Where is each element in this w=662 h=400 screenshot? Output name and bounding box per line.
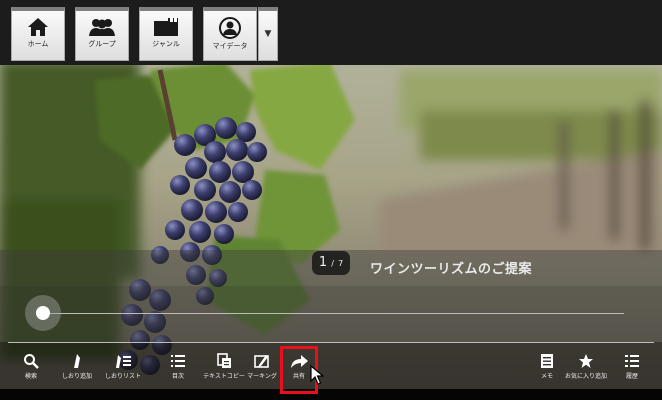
nav-home-label: ホーム	[27, 40, 49, 48]
bottom-strip	[0, 389, 662, 400]
toolbar-divider	[8, 342, 654, 343]
nav-genre-label: ジャンル	[152, 40, 180, 48]
favorite-icon	[579, 354, 593, 368]
bookmark-list-button[interactable]: しおりリスト	[96, 353, 150, 389]
total-pages: 7	[338, 259, 344, 268]
group-icon	[89, 19, 115, 36]
page-slider-track[interactable]	[46, 313, 624, 314]
current-page: 1	[318, 255, 328, 270]
nav-dropdown-button[interactable]: ▼	[258, 7, 278, 61]
page-title: ワインツーリズムのご提案	[370, 262, 533, 277]
page-counter: 1 / 7	[312, 251, 350, 275]
history-button[interactable]: 履歴	[605, 353, 659, 389]
page-slider-handle[interactable]	[36, 306, 50, 320]
home-icon	[28, 18, 48, 36]
nav-mydata-button[interactable]: マイデータ	[203, 7, 257, 61]
bookmark-list-icon	[116, 355, 131, 368]
nav-home-button[interactable]: ホーム	[11, 7, 65, 61]
marking-icon	[254, 355, 269, 368]
nav-group-button[interactable]: グループ	[75, 7, 129, 61]
toc-icon	[171, 355, 185, 367]
page-separator: /	[331, 259, 334, 268]
viewer-window: ホーム グループ ジャンル マイデータ ▼ 1 / 7 ワインツーリズムのご提案…	[0, 0, 662, 400]
bookmark-add-icon	[74, 354, 80, 368]
person-icon	[219, 17, 241, 39]
folder-icon	[154, 18, 178, 36]
nav-genre-button[interactable]: ジャンル	[139, 7, 193, 61]
history-label: 履歴	[625, 373, 638, 380]
slider-band	[0, 286, 662, 342]
caret-down-icon: ▼	[264, 29, 272, 39]
mouse-cursor-icon	[310, 365, 324, 385]
text-copy-icon	[217, 353, 231, 368]
history-icon	[625, 355, 639, 367]
memo-icon	[541, 354, 553, 368]
nav-group-label: グループ	[88, 40, 116, 48]
search-icon	[24, 354, 39, 369]
nav-mydata-label: マイデータ	[212, 42, 248, 50]
bookmark-list-label: しおりリスト	[104, 373, 141, 380]
